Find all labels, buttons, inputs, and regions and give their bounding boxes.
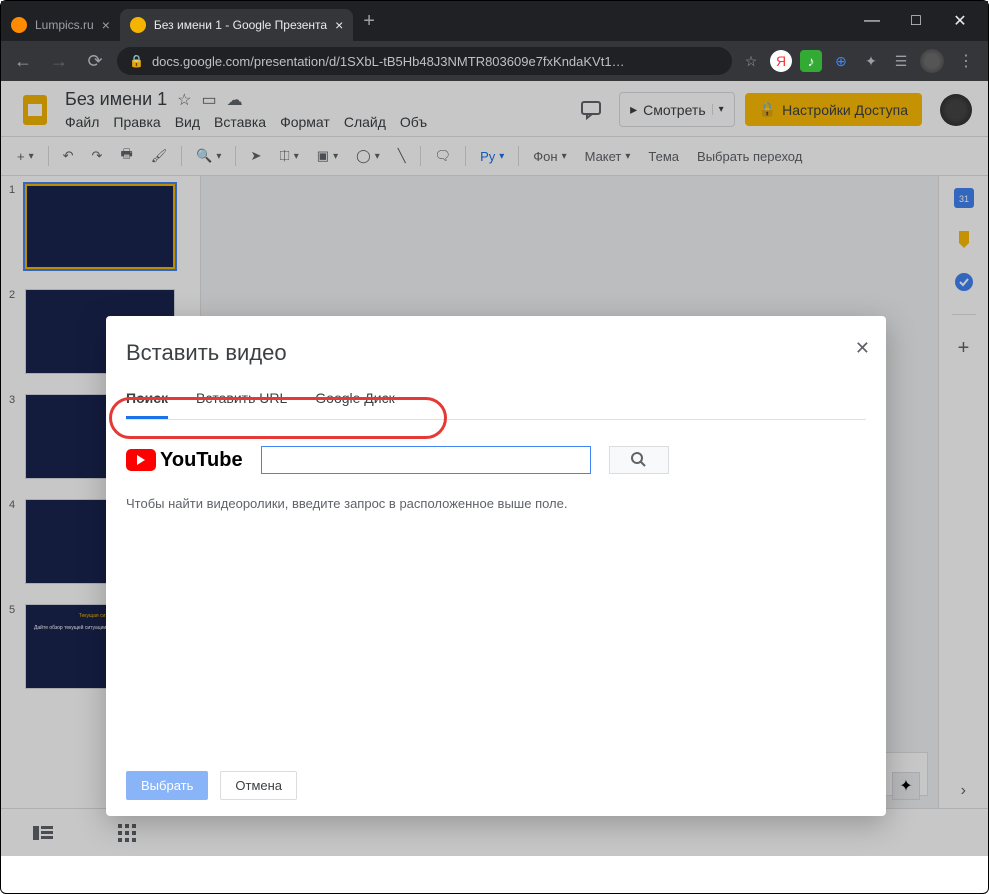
close-window-button[interactable]: ✕ [940,6,980,36]
extension-icons: Я ♪ ⊕ ✦ ☰ [770,50,912,72]
slides-app: Без имени 1 ☆ ▭ ☁ Файл Правка Вид Вставк… [1,81,988,856]
youtube-play-icon [126,449,156,471]
browser-tab-lumpics[interactable]: Lumpics.ru × [1,9,120,41]
dialog-title: Вставить видео [126,340,866,366]
close-tab-icon[interactable]: × [335,17,343,33]
dialog-body: YouTube Чтобы найти видеоролики, введите… [126,420,866,761]
url-input[interactable]: 🔒 docs.google.com/presentation/d/1SXbL-t… [117,47,732,75]
tab-insert-url[interactable]: Вставить URL [196,390,287,419]
tab-google-drive[interactable]: Google Диск [315,390,394,419]
maximize-button[interactable]: □ [896,6,936,36]
favicon-icon [130,17,146,33]
ext-list-icon[interactable]: ☰ [890,50,912,72]
video-search-button[interactable] [609,446,669,474]
youtube-label: YouTube [160,449,243,472]
ext-music-icon[interactable]: ♪ [800,50,822,72]
search-hint: Чтобы найти видеоролики, введите запрос … [126,496,866,511]
cancel-button[interactable]: Отмена [220,771,297,800]
dialog-footer: Выбрать Отмена [126,761,866,800]
back-button[interactable]: ← [9,47,37,75]
search-icon [631,452,647,468]
star-icon[interactable]: ☆ [740,50,762,72]
reload-button[interactable]: ⟳ [81,47,109,75]
browser-profile-avatar[interactable] [920,49,944,73]
ext-yandex-icon[interactable]: Я [770,50,792,72]
favicon-icon [11,17,27,33]
dialog-close-button[interactable]: ✕ [855,338,870,359]
minimize-button[interactable]: — [852,6,892,36]
lock-icon: 🔒 [129,54,144,68]
browser-tab-slides[interactable]: Без имени 1 - Google Презента × [120,9,353,41]
dialog-tabs: Поиск Вставить URL Google Диск [126,390,866,420]
window-controls: — □ ✕ [852,6,988,36]
tab-title: Lumpics.ru [35,18,94,32]
browser-menu-button[interactable]: ⋮ [952,51,980,71]
ext-puzzle-icon[interactable]: ✦ [860,50,882,72]
youtube-logo: YouTube [126,449,243,472]
browser-titlebar: Lumpics.ru × Без имени 1 - Google Презен… [1,1,988,41]
close-tab-icon[interactable]: × [102,17,110,33]
url-text: docs.google.com/presentation/d/1SXbL-tB5… [152,54,625,69]
select-button[interactable]: Выбрать [126,771,208,800]
ext-globe-icon[interactable]: ⊕ [830,50,852,72]
video-search-input[interactable] [261,446,591,474]
forward-button[interactable]: → [45,47,73,75]
browser-address-bar: ← → ⟳ 🔒 docs.google.com/presentation/d/1… [1,41,988,81]
new-tab-button[interactable]: + [353,10,385,33]
tab-search[interactable]: Поиск [126,390,168,419]
tab-title: Без имени 1 - Google Презента [154,18,327,32]
insert-video-dialog: Вставить видео ✕ Поиск Вставить URL Goog… [106,316,886,816]
